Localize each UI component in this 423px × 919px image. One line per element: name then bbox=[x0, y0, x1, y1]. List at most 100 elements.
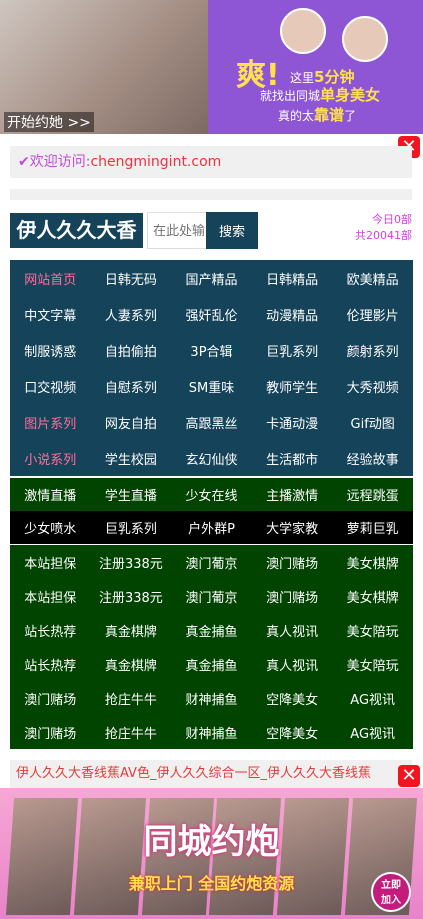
nav-link[interactable]: 站长热荐 bbox=[10, 621, 91, 640]
nav-link[interactable]: 颜射系列 bbox=[332, 341, 413, 360]
nav-link[interactable]: 大学家教 bbox=[252, 518, 333, 537]
search-input[interactable] bbox=[147, 212, 207, 249]
nav-link[interactable]: 澳门赌场 bbox=[252, 553, 333, 572]
site-logo[interactable]: 伊人久久大香 bbox=[10, 213, 143, 248]
nav-link[interactable]: 真人视讯 bbox=[252, 621, 333, 640]
nav-link[interactable]: 美女陪玩 bbox=[332, 621, 413, 640]
nav-link[interactable]: 欧美精品 bbox=[332, 269, 413, 288]
nav-link[interactable]: 财神捕鱼 bbox=[171, 689, 252, 708]
nav-link[interactable]: 巨乳系列 bbox=[252, 341, 333, 360]
nav-link[interactable]: 3P合辑 bbox=[171, 341, 252, 360]
banner-promo: 爽! 这里5分钟 就找出同城单身美女 真的太靠谱了 bbox=[208, 0, 423, 134]
nav-row: 网站首页 日韩无码 国产精品 日韩精品 欧美精品 bbox=[10, 260, 413, 296]
nav-link[interactable]: 网友自拍 bbox=[91, 413, 172, 432]
nav-link[interactable]: 中文字幕 bbox=[10, 305, 91, 324]
nav-row: 本站担保 注册338元 澳门葡京 澳门赌场 美女棋牌 bbox=[10, 579, 413, 613]
nav-link[interactable]: 美女棋牌 bbox=[332, 587, 413, 606]
nav-link[interactable]: 澳门赌场 bbox=[252, 587, 333, 606]
nav-link[interactable]: 激情直播 bbox=[10, 485, 91, 504]
nav-link[interactable]: 学生直播 bbox=[91, 485, 172, 504]
nav-link[interactable]: 本站担保 bbox=[10, 587, 91, 606]
top-ad-banner[interactable]: 开始约她 >> 爽! 这里5分钟 就找出同城单身美女 真的太靠谱了 bbox=[0, 0, 423, 134]
banner-line2: 就找出同城单身美女 bbox=[260, 86, 381, 104]
nav-link[interactable]: 抢庄牛牛 bbox=[91, 689, 172, 708]
nav-link[interactable]: 自慰系列 bbox=[91, 377, 172, 396]
banner-title: 同城约炮 bbox=[143, 822, 280, 862]
nav-link[interactable]: 国产精品 bbox=[171, 269, 252, 288]
bottom-ad-banner[interactable]: 同城约炮 兼职上门 全国约炮资源 立即 加入 bbox=[0, 788, 423, 919]
nav-link[interactable]: 日韩精品 bbox=[252, 269, 333, 288]
nav-link[interactable]: 主播激情 bbox=[252, 485, 333, 504]
nav-link[interactable]: 抢庄牛牛 bbox=[91, 723, 172, 742]
search-button[interactable]: 搜索 bbox=[206, 212, 258, 249]
nav-link[interactable]: 真人视讯 bbox=[252, 655, 333, 674]
nav-link[interactable]: 经验故事 bbox=[332, 449, 413, 468]
nav-link[interactable]: 站长热荐 bbox=[10, 655, 91, 674]
nav-row: 本站担保 注册338元 澳门葡京 澳门赌场 美女棋牌 bbox=[10, 545, 413, 579]
nav-link[interactable]: Gif动图 bbox=[332, 413, 413, 432]
nav-link[interactable]: 澳门葡京 bbox=[171, 587, 252, 606]
nav-link[interactable]: 学生校园 bbox=[91, 449, 172, 468]
nav-link[interactable]: 远程跳蛋 bbox=[332, 485, 413, 504]
nav-link[interactable]: 真金棋牌 bbox=[91, 655, 172, 674]
nav-row: 站长热荐 真金棋牌 真金捕鱼 真人视讯 美女陪玩 bbox=[10, 613, 413, 647]
nav-link[interactable]: SM重味 bbox=[171, 377, 252, 396]
nav-link[interactable]: 动漫精品 bbox=[252, 305, 333, 324]
nav-link[interactable]: 空降美女 bbox=[252, 689, 333, 708]
nav-link[interactable]: 教师学生 bbox=[252, 377, 333, 396]
nav-link[interactable]: AG视讯 bbox=[332, 689, 413, 708]
nav-row: 澳门赌场 抢庄牛牛 财神捕鱼 空降美女 AG视讯 bbox=[10, 681, 413, 715]
nav-row: 少女喷水 巨乳系列 户外群P 大学家教 萝莉巨乳 bbox=[10, 511, 413, 544]
nav-link[interactable]: 人妻系列 bbox=[91, 305, 172, 324]
nav-link[interactable]: AG视讯 bbox=[332, 723, 413, 742]
nav-link[interactable]: 澳门赌场 bbox=[10, 723, 91, 742]
nav-row: 口交视频 自慰系列 SM重味 教师学生 大秀视频 bbox=[10, 368, 413, 404]
nav-row: 激情直播 学生直播 少女在线 主播激情 远程跳蛋 bbox=[10, 478, 413, 511]
nav-link[interactable]: 注册338元 bbox=[91, 553, 172, 572]
nav-link[interactable]: 澳门赌场 bbox=[10, 689, 91, 708]
nav-link[interactable]: 伦理影片 bbox=[332, 305, 413, 324]
nav-link[interactable]: 美女棋牌 bbox=[332, 553, 413, 572]
nav-row: 站长热荐 真金棋牌 真金捕鱼 真人视讯 美女陪玩 bbox=[10, 647, 413, 681]
nav-row: 小说系列 学生校园 玄幻仙侠 生活都市 经验故事 bbox=[10, 440, 413, 476]
nav-link[interactable]: 口交视频 bbox=[10, 377, 91, 396]
divider-bar bbox=[10, 189, 412, 200]
nav-link[interactable]: 小说系列 bbox=[10, 449, 91, 468]
nav-sponsors: 本站担保 注册338元 澳门葡京 澳门赌场 美女棋牌 本站担保 注册338元 澳门葡京 澳门赌场… bbox=[10, 545, 413, 749]
nav-link[interactable]: 日韩无码 bbox=[91, 269, 172, 288]
nav-link[interactable]: 大秀视频 bbox=[332, 377, 413, 396]
nav-link[interactable]: 注册338元 bbox=[91, 587, 172, 606]
nav-row: 图片系列 网友自拍 高跟黑丝 卡通动漫 Gif动图 bbox=[10, 404, 413, 440]
nav-live-2: 少女喷水 巨乳系列 户外群P 大学家教 萝莉巨乳 bbox=[10, 511, 413, 544]
site-url[interactable]: chengmingint.com bbox=[90, 154, 221, 170]
nav-link[interactable]: 户外群P bbox=[171, 518, 252, 537]
nav-link[interactable]: 图片系列 bbox=[10, 413, 91, 432]
nav-link[interactable]: 真金捕鱼 bbox=[171, 621, 252, 640]
nav-link[interactable]: 空降美女 bbox=[252, 723, 333, 742]
nav-link[interactable]: 网站首页 bbox=[10, 269, 91, 288]
nav-link[interactable]: 财神捕鱼 bbox=[171, 723, 252, 742]
avatar bbox=[280, 8, 326, 54]
nav-link[interactable]: 玄幻仙侠 bbox=[171, 449, 252, 468]
nav-link[interactable]: 自拍偷拍 bbox=[91, 341, 172, 360]
nav-link[interactable]: 真金捕鱼 bbox=[171, 655, 252, 674]
nav-link[interactable]: 真金棋牌 bbox=[91, 621, 172, 640]
avatar bbox=[342, 16, 388, 62]
nav-link[interactable]: 巨乳系列 bbox=[91, 518, 172, 537]
nav-link[interactable]: 萝莉巨乳 bbox=[332, 518, 413, 537]
nav-link[interactable]: 少女喷水 bbox=[10, 518, 91, 537]
ad-text-strip[interactable]: 伊人久久大香线蕉AV色_伊人久久综合一区_伊人久久大香线蕉 bbox=[10, 760, 412, 788]
nav-link[interactable]: 澳门葡京 bbox=[171, 553, 252, 572]
banner-photo: 开始约她 >> bbox=[0, 0, 208, 134]
nav-link[interactable]: 卡通动漫 bbox=[252, 413, 333, 432]
nav-row: 澳门赌场 抢庄牛牛 财神捕鱼 空降美女 AG视讯 bbox=[10, 715, 413, 749]
nav-link[interactable]: 生活都市 bbox=[252, 449, 333, 468]
nav-link[interactable]: 本站担保 bbox=[10, 553, 91, 572]
close-icon[interactable]: ✕ bbox=[398, 765, 420, 787]
nav-link[interactable]: 制服诱惑 bbox=[10, 341, 91, 360]
join-button[interactable]: 立即 加入 bbox=[371, 872, 411, 912]
nav-link[interactable]: 强奸乱伦 bbox=[171, 305, 252, 324]
nav-link[interactable]: 少女在线 bbox=[171, 485, 252, 504]
nav-link[interactable]: 高跟黑丝 bbox=[171, 413, 252, 432]
nav-link[interactable]: 美女陪玩 bbox=[332, 655, 413, 674]
